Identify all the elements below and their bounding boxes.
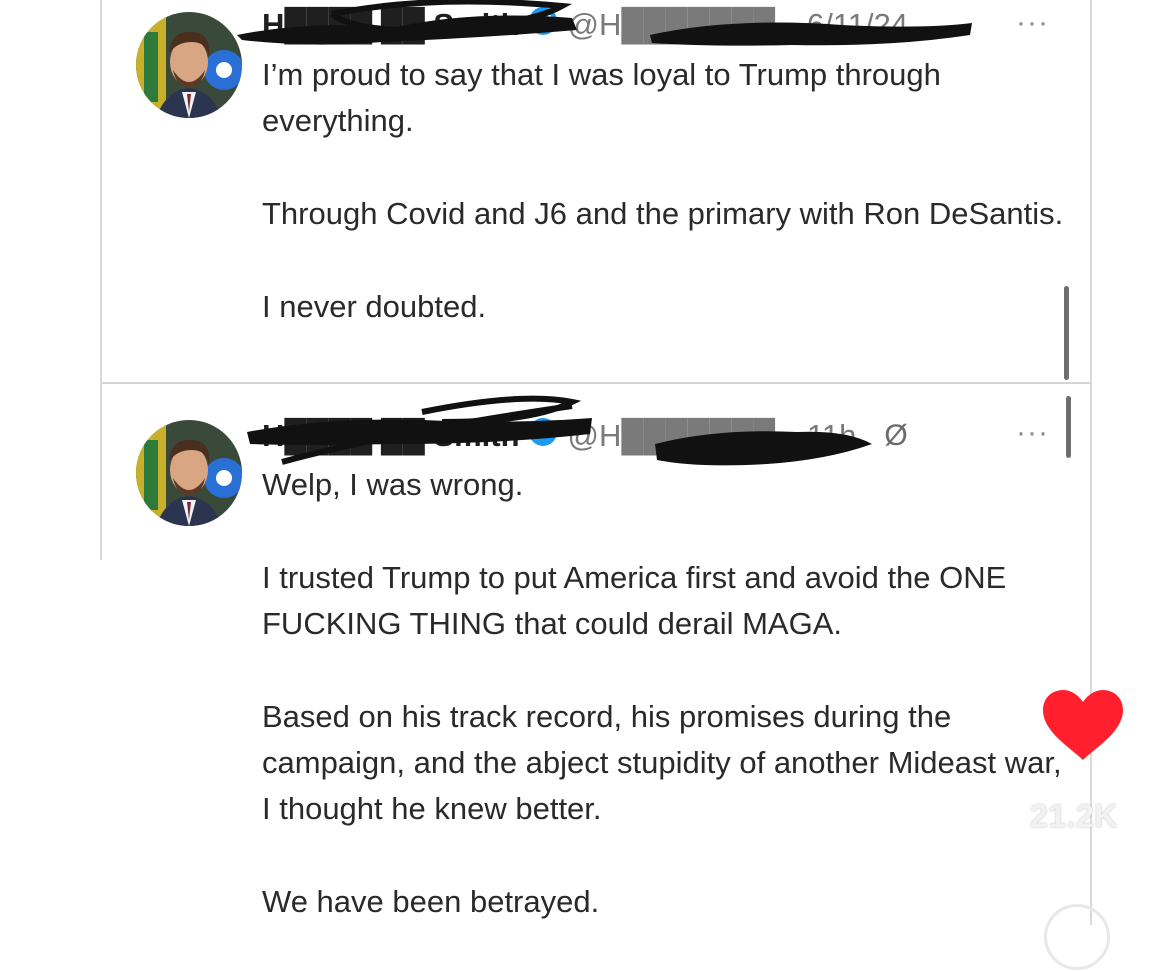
tweet-paragraph: I’m proud to say that I was loyal to Tru… <box>262 57 941 138</box>
avatar[interactable] <box>136 420 242 526</box>
tweet-text: I’m proud to say that I was loyal to Tru… <box>262 52 1072 377</box>
tweet-paragraph: We have been betrayed. <box>262 884 600 919</box>
redaction-scribble <box>247 395 592 465</box>
tweet-paragraph: Based on his track record, his promises … <box>262 699 1062 826</box>
grok-icon[interactable]: Ø <box>884 419 907 453</box>
tweet-paragraph: I trusted Trump to put America first and… <box>262 560 1007 641</box>
tweet-paragraph: Through Covid and J6 and the primary wit… <box>262 196 1064 231</box>
heart-icon[interactable] <box>1041 688 1125 762</box>
tweet-paragraph: I never doubted. <box>262 289 487 324</box>
more-options-icon[interactable]: ··· <box>1016 6 1049 40</box>
avatar[interactable] <box>136 12 242 118</box>
redaction-scribble <box>237 0 577 45</box>
tweet-card-1[interactable]: H████ ██ Smith @H███████... 6/11/24 ··· … <box>102 0 1092 380</box>
redaction-scribble <box>650 22 972 46</box>
like-button[interactable] <box>1028 688 1138 767</box>
scrollbar[interactable] <box>1064 286 1069 380</box>
like-count: 21.2K <box>1030 798 1118 834</box>
redaction-scribble <box>655 431 872 466</box>
scrollbar[interactable] <box>1066 396 1071 458</box>
more-options-icon[interactable]: ··· <box>1016 416 1049 450</box>
tweet-card-2[interactable]: H████ ██ Smith @H███████... 11h Ø ··· We… <box>102 382 1092 927</box>
overlay-circle-button[interactable] <box>1044 904 1110 970</box>
tweet-text: Welp, I was wrong. I trusted Trump to pu… <box>262 462 1072 972</box>
